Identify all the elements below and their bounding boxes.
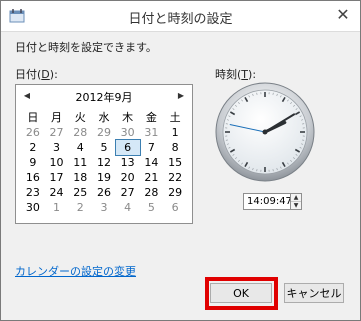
calendar-day[interactable]: 23: [21, 185, 45, 200]
close-button[interactable]: ✕: [332, 5, 354, 25]
calendar-day[interactable]: 22: [163, 170, 187, 185]
month-calendar[interactable]: ◀ 2012年9月 ▶ 日月火水木金土 26 27 28 29 30 31 1 2 3 4 5 6 7 8…: [15, 84, 193, 224]
clock-center: [262, 129, 268, 135]
calendar-day[interactable]: 8: [163, 140, 187, 155]
calendar-day[interactable]: 10: [45, 155, 69, 170]
analog-clock: [215, 82, 315, 182]
calendar-day[interactable]: 17: [45, 170, 69, 185]
weekday-label: 月: [51, 111, 63, 124]
next-month-button[interactable]: ▶: [174, 89, 188, 103]
calendar-day[interactable]: 12: [92, 155, 116, 170]
cancel-button[interactable]: キャンセル: [284, 283, 344, 303]
calendar-day[interactable]: 19: [92, 170, 116, 185]
calendar-day[interactable]: 31: [140, 125, 164, 140]
calendar-day[interactable]: 3: [45, 140, 69, 155]
calendar-day[interactable]: 27: [116, 185, 140, 200]
time-input[interactable]: 14:09:47: [243, 193, 292, 210]
calendar-day[interactable]: 7: [140, 140, 164, 155]
calendar-grid: 日月火水木金土 26 27 28 29 30 31 1 2 3 4 5 6 7 8 9 10 11 12 13 14 1…: [21, 109, 187, 215]
calendar-day[interactable]: 11: [68, 155, 92, 170]
calendar-day[interactable]: 5: [92, 140, 116, 155]
change-calendar-settings-link[interactable]: カレンダーの設定の変更: [15, 263, 136, 279]
calendar-week-row: 26 27 28 29 30 31 1: [21, 125, 187, 140]
time-down-arrow-icon[interactable]: ▼: [291, 201, 301, 209]
calendar-day[interactable]: 20: [116, 170, 140, 185]
calendar-day[interactable]: 6: [114, 139, 141, 156]
calendar-day[interactable]: 15: [163, 155, 187, 170]
weekday-label: 金: [145, 111, 157, 124]
time-up-arrow-icon[interactable]: ▲: [291, 194, 301, 201]
calendar-week-row: 23 24 25 26 27 28 29: [21, 185, 187, 200]
calendar-day[interactable]: 16: [21, 170, 45, 185]
instruction-text: 日付と時刻を設定できます。: [15, 41, 157, 54]
weekday-label: 木: [122, 111, 134, 124]
calendar-day[interactable]: 26: [92, 185, 116, 200]
date-time-dialog: 日付と時刻の設定 ✕ 日付と時刻を設定できます。 日付(D): 時刻(T): ◀…: [0, 0, 361, 321]
calendar-day[interactable]: 2: [21, 140, 45, 155]
weekday-header-row: 日月火水木金土: [21, 109, 187, 125]
calendar-day[interactable]: 29: [92, 125, 116, 140]
window-title: 日付と時刻の設定: [128, 12, 233, 27]
calendar-day[interactable]: 28: [68, 125, 92, 140]
weekday-label: 火: [74, 111, 86, 124]
calendar-day[interactable]: 5: [140, 200, 164, 215]
weekday-label: 日: [27, 111, 39, 124]
weekday-label: 土: [169, 111, 181, 124]
calendar-day[interactable]: 3: [92, 200, 116, 215]
weekday-label: 水: [98, 111, 110, 124]
date-label: 日付(D):: [15, 68, 58, 81]
calendar-day[interactable]: 21: [140, 170, 164, 185]
title-bar: 日付と時刻の設定 ✕: [1, 1, 360, 32]
ok-button-highlight: [205, 277, 278, 310]
calendar-day[interactable]: 4: [68, 140, 92, 155]
calendar-day[interactable]: 1: [163, 125, 187, 140]
calendar-day[interactable]: 4: [116, 200, 140, 215]
calendar-day[interactable]: 9: [21, 155, 45, 170]
dialog-body: 日付と時刻を設定できます。 日付(D): 時刻(T): ◀ 2012年9月 ▶ …: [1, 32, 360, 320]
calendar-day[interactable]: 18: [68, 170, 92, 185]
calendar-month-title[interactable]: 2012年9月: [16, 89, 192, 105]
calendar-day[interactable]: 25: [68, 185, 92, 200]
calendar-day[interactable]: 28: [140, 185, 164, 200]
time-spinner[interactable]: ▲ ▼: [290, 193, 302, 210]
calendar-week-row: 9 10 11 12 13 14 15: [21, 155, 187, 170]
calendar-day[interactable]: 29: [163, 185, 187, 200]
calendar-day[interactable]: 30: [116, 125, 140, 140]
calendar-week-row: 2345678: [21, 139, 187, 156]
calendar-week-row: 16 17 18 19 20 21 22: [21, 170, 187, 185]
calendar-day[interactable]: 26: [21, 125, 45, 140]
calendar-day[interactable]: 27: [45, 125, 69, 140]
calendar-day[interactable]: 6: [163, 200, 187, 215]
calendar-day[interactable]: 1: [45, 200, 69, 215]
calendar-week-row: 30 1 2 3 4 5 6: [21, 200, 187, 215]
calendar-day[interactable]: 13: [116, 155, 140, 170]
calendar-day[interactable]: 2: [68, 200, 92, 215]
calendar-header: ◀ 2012年9月 ▶: [16, 89, 192, 105]
calendar-day[interactable]: 30: [21, 200, 45, 215]
time-label: 時刻(T):: [215, 68, 257, 81]
calendar-day[interactable]: 24: [45, 185, 69, 200]
calendar-day[interactable]: 14: [140, 155, 164, 170]
